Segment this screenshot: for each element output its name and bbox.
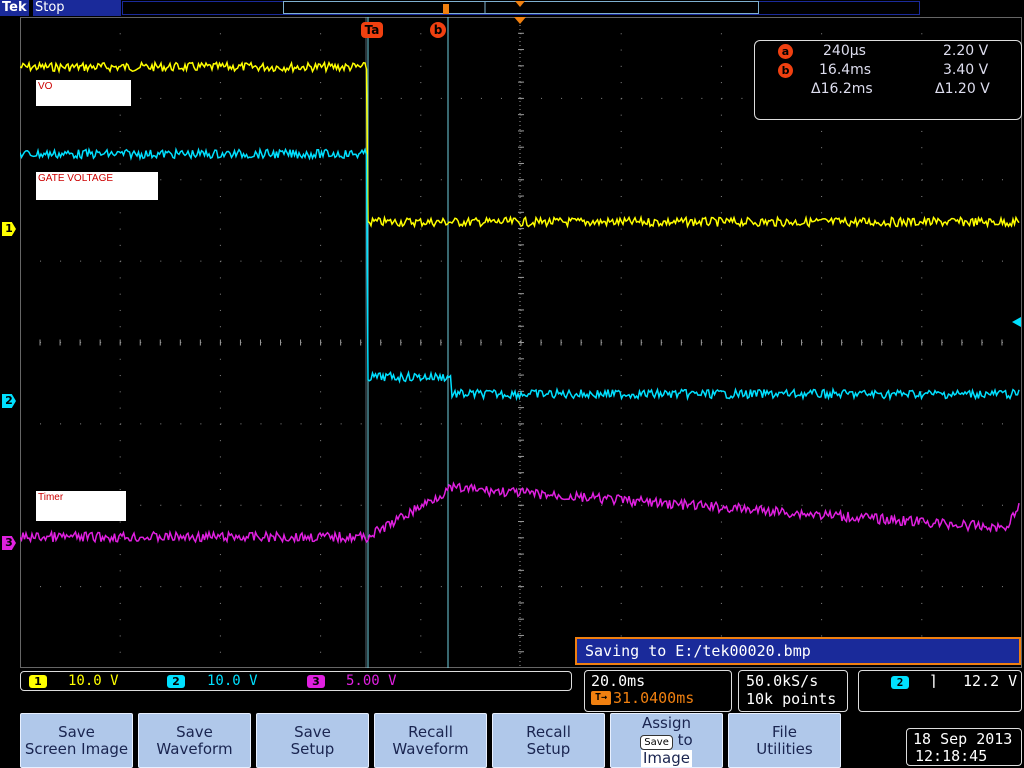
sample-rate: 50.0kS/s xyxy=(746,672,819,690)
label-gate-voltage: GATE VOLTAGE xyxy=(36,172,158,200)
assign-save-button[interactable]: Assign Save to Image xyxy=(610,713,723,768)
ch3-badge[interactable]: 3 xyxy=(307,675,325,688)
expansion-point-marker xyxy=(515,1,525,7)
date: 18 Sep 2013 xyxy=(913,730,1013,748)
falling-edge-icon: ⌉ xyxy=(929,672,939,690)
recall-waveform-button[interactable]: Recall Waveform xyxy=(374,713,487,768)
record-length: 10k points xyxy=(746,690,837,708)
ch2-scale[interactable]: 10.0 V xyxy=(207,673,258,689)
cursor-delta-time: Δ16.2ms xyxy=(811,81,873,97)
label-vo: VO xyxy=(36,80,131,106)
time-scale: 20.0ms xyxy=(591,672,646,690)
cursor-a-volt: 2.20 V xyxy=(943,43,989,59)
channel-scale-bar: 1 10.0 V 2 10.0 V 3 5.00 V xyxy=(20,671,572,691)
ch3-scale[interactable]: 5.00 V xyxy=(346,673,397,689)
trigger-arrow-icon: T→ xyxy=(591,691,611,705)
cursor-b-badge: b xyxy=(778,63,793,78)
ch1-scale[interactable]: 10.0 V xyxy=(68,673,119,689)
cursor-a-handle[interactable]: Ta xyxy=(361,22,383,38)
cursor-b-handle[interactable]: b xyxy=(430,22,446,38)
save-key-badge: Save xyxy=(640,734,673,750)
expansion-point-icon xyxy=(514,17,526,24)
save-setup-button[interactable]: Save Setup xyxy=(256,713,369,768)
time: 12:18:45 xyxy=(915,747,988,765)
ch2-badge[interactable]: 2 xyxy=(167,675,185,688)
save-screen-image-button[interactable]: Save Screen Image xyxy=(20,713,133,768)
cursor-delta-volt: Δ1.20 V xyxy=(935,81,990,97)
trigger-level-marker[interactable] xyxy=(1010,316,1022,328)
ch3-ground-marker[interactable]: 3 xyxy=(2,536,16,550)
ch1-ground-marker[interactable]: 1 xyxy=(2,222,16,236)
trigger-position: 31.0400ms xyxy=(613,689,695,707)
trigger-source-badge: 2 xyxy=(891,676,909,689)
recall-setup-button[interactable]: Recall Setup xyxy=(492,713,605,768)
timebase-readout[interactable]: 20.0ms T→ 31.0400ms xyxy=(584,670,732,712)
cursor-b-volt: 3.40 V xyxy=(943,62,989,78)
trigger-position-marker xyxy=(443,4,449,14)
file-utilities-button[interactable]: File Utilities xyxy=(728,713,841,768)
cursor-readout: a 240µs 2.20 V b 16.4ms 3.40 V Δ16.2ms Δ… xyxy=(754,40,1022,120)
record-markers xyxy=(443,1,525,14)
status-message: Saving to E:/tek00020.bmp xyxy=(575,637,1021,665)
ch2-ground-marker[interactable]: 2 xyxy=(2,394,16,408)
cursor-a-badge: a xyxy=(778,44,793,59)
acquisition-readout[interactable]: 50.0kS/s 10k points xyxy=(738,670,848,712)
trigger-readout[interactable]: 2 ⌉ 12.2 V xyxy=(858,670,1022,712)
cursor-a-time: 240µs xyxy=(823,43,866,59)
cursor-b-time: 16.4ms xyxy=(819,62,872,78)
ch1-badge[interactable]: 1 xyxy=(29,675,47,688)
date-time-display: 18 Sep 2013 12:18:45 xyxy=(906,728,1022,766)
trigger-level: 12.2 V xyxy=(963,672,1018,690)
save-waveform-button[interactable]: Save Waveform xyxy=(138,713,251,768)
label-timer: Timer xyxy=(36,491,126,521)
